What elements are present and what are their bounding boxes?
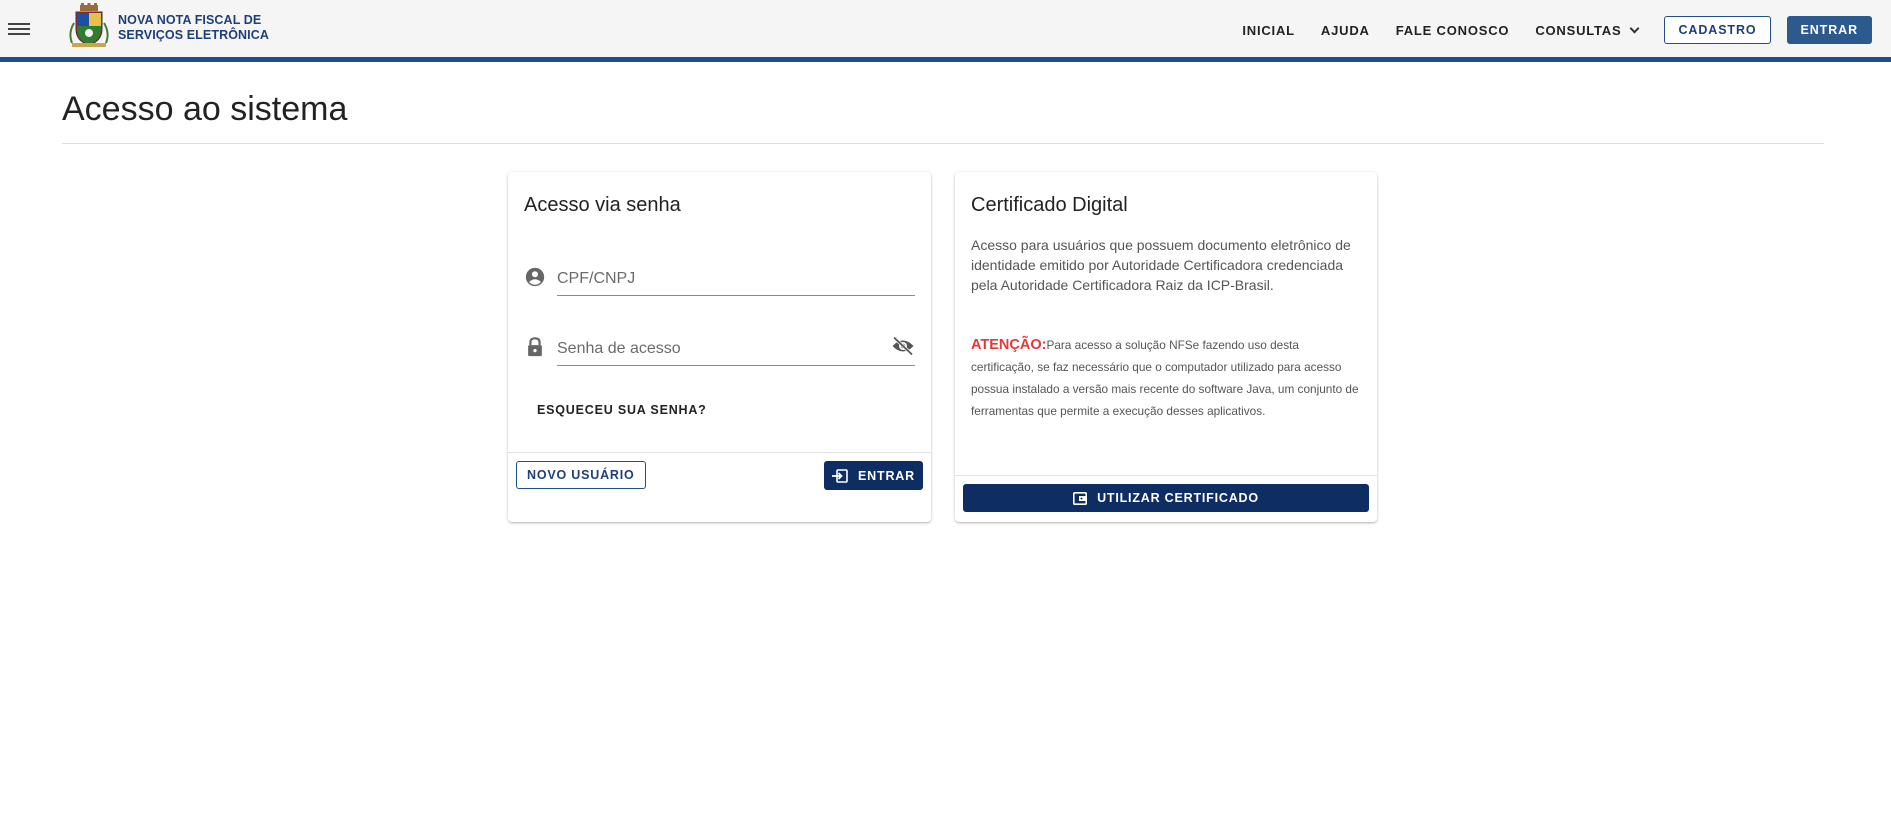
nav-inicial[interactable]: INICIAL	[1242, 23, 1295, 38]
login-button[interactable]: ENTRAR	[824, 461, 923, 490]
new-user-button[interactable]: NOVO USUÁRIO	[516, 461, 646, 489]
header-entrar-button[interactable]: ENTRAR	[1786, 16, 1872, 44]
use-certificate-label: UTILIZAR CERTIFICADO	[1097, 491, 1259, 505]
main-nav: INICIAL AJUDA FALE CONOSCO CONSULTAS CAD…	[1216, 16, 1872, 44]
brand-line-1: NOVA NOTA FISCAL DE	[118, 13, 262, 27]
password-input[interactable]	[557, 326, 915, 366]
certificate-warning: ATENÇÃO:Para acesso a solução NFSe fazen…	[971, 334, 1363, 422]
cert-actions-divider	[955, 475, 1377, 476]
cpf-cnpj-input[interactable]	[557, 256, 915, 296]
certificate-login-card: Certificado Digital Acesso para usuários…	[955, 172, 1377, 522]
forgot-password-link[interactable]: ESQUECEU SUA SENHA?	[537, 403, 707, 417]
password-field	[524, 326, 915, 366]
page-title: Acesso ao sistema	[62, 90, 348, 128]
lock-icon	[528, 337, 542, 357]
city-coat-of-arms-logo	[69, 3, 109, 47]
certificate-description: Acesso para usuários que possuem documen…	[971, 237, 1351, 293]
chevron-down-icon	[1630, 23, 1640, 33]
account-circle-icon	[525, 267, 545, 287]
password-login-card: Acesso via senha ESQUECEU SUA SENHA? NOV…	[508, 172, 931, 522]
brand-line-2: SERVIÇOS ELETRÔNICA	[118, 28, 269, 42]
top-app-bar: NOVA NOTA FISCAL DE SERVIÇOS ELETRÔNICA …	[0, 0, 1891, 62]
wallet-icon	[1073, 491, 1088, 505]
use-certificate-button[interactable]: UTILIZAR CERTIFICADO	[963, 484, 1369, 512]
login-icon	[832, 468, 848, 483]
cpf-field	[524, 256, 915, 296]
nav-fale-conosco[interactable]: FALE CONOSCO	[1396, 23, 1510, 38]
warning-label: ATENÇÃO:	[971, 337, 1047, 353]
nav-ajuda[interactable]: AJUDA	[1321, 23, 1370, 38]
hamburger-menu-icon[interactable]	[8, 20, 30, 38]
certificate-card-title: Certificado Digital	[971, 194, 1128, 216]
login-button-label: ENTRAR	[858, 468, 915, 483]
cadastro-button[interactable]: CADASTRO	[1664, 16, 1771, 44]
nav-consultas-dropdown[interactable]: CONSULTAS	[1535, 23, 1640, 38]
eye-off-icon[interactable]	[891, 336, 915, 356]
title-divider	[62, 143, 1824, 144]
password-card-title: Acesso via senha	[524, 194, 681, 216]
card-actions-divider	[508, 452, 931, 453]
brand-name: NOVA NOTA FISCAL DE SERVIÇOS ELETRÔNICA	[118, 13, 269, 43]
